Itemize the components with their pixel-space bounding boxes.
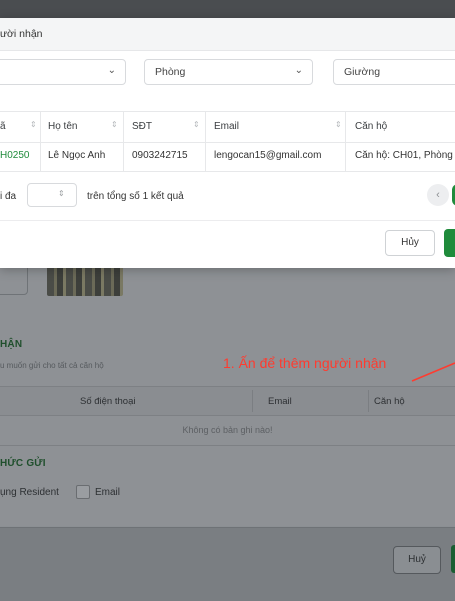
chevron-down-icon: ⌄ [107,65,116,76]
table-row[interactable]: H0250 Lê Ngọc Anh 0903242715 lengocan15@… [0,141,455,172]
method-app-label: ụng Resident [0,487,59,498]
confirm-button[interactable] [444,229,455,257]
bed-select[interactable]: Giường [333,59,455,85]
background-top-strip [0,0,455,18]
recipients-section-subtitle: u muốn gửi cho tất cả căn hộ [0,361,104,370]
column-email: Email [268,396,292,407]
column-divider [368,390,369,412]
sort-icon[interactable]: ⇕ [111,120,118,129]
table-bottom-border [0,445,455,446]
email-checkbox[interactable] [76,485,90,499]
row-code[interactable]: H0250 [0,150,29,161]
column-phone: SĐT [132,121,152,132]
sort-icon[interactable]: ⇕ [30,120,37,129]
room-select[interactable]: Phòng ⌄ [144,59,313,85]
column-phone: Số điện thoại [80,396,136,407]
recipients-section-title: HẬN [0,339,23,350]
row-email: lengocan15@gmail.com [214,150,322,161]
stepper-icon[interactable]: ⇕ [58,189,65,198]
room-select-placeholder: Phòng [155,66,186,78]
resident-table-header: ã ⇕ Họ tên ⇕ SĐT ⇕ Email ⇕ Căn hộ [0,111,455,143]
chevron-down-icon: ⌄ [294,65,303,76]
background-cancel-button[interactable]: Huỷ [393,546,441,574]
modal-header: ười nhận [0,18,455,51]
cancel-button[interactable]: Hủy [385,230,435,256]
send-method-section-title: HỨC GỬI [0,458,46,469]
column-apartment: Căn hộ [355,121,388,132]
bed-select-placeholder: Giường [344,66,381,78]
recipients-table-header: Số điện thoại Email Căn hộ [0,386,455,416]
row-apartment: Căn hộ: CH01, Phòng [355,150,453,161]
column-email: Email [214,121,240,132]
instruction-annotation: 1. Ấn để thêm người nhận [223,355,387,371]
modal-title: ười nhận [0,28,43,40]
column-apartment: Căn hộ [374,396,405,407]
row-phone: 0903242715 [132,150,188,161]
empty-table-message: Không có bản ghi nào! [182,425,273,435]
column-divider [252,390,253,412]
pagination: i đa ⇕ trên tổng số 1 kết quả ‹ [0,178,455,214]
sort-icon[interactable]: ⇕ [335,120,342,129]
result-summary: trên tổng số 1 kết quả [87,191,184,202]
modal-footer-divider [0,220,455,221]
background-submit-button[interactable] [451,545,455,573]
page-size-input[interactable]: ⇕ [27,183,77,207]
method-email-label: Email [95,487,121,498]
row-name: Lê Ngọc Anh [48,150,106,161]
background-footer [0,527,455,601]
select-recipient-modal: ười nhận ⌄ Phòng ⌄ Giường ã ⇕ Họ tên ⇕ S… [0,18,455,268]
annotation-arrow-icon [411,362,455,382]
page-size-prefix: i đa [0,191,17,202]
column-code: ã [0,121,6,132]
previous-page-button[interactable]: ‹ [427,184,449,206]
building-select[interactable]: ⌄ [0,59,126,85]
sort-icon[interactable]: ⇕ [193,120,200,129]
column-name: Họ tên [48,121,78,132]
